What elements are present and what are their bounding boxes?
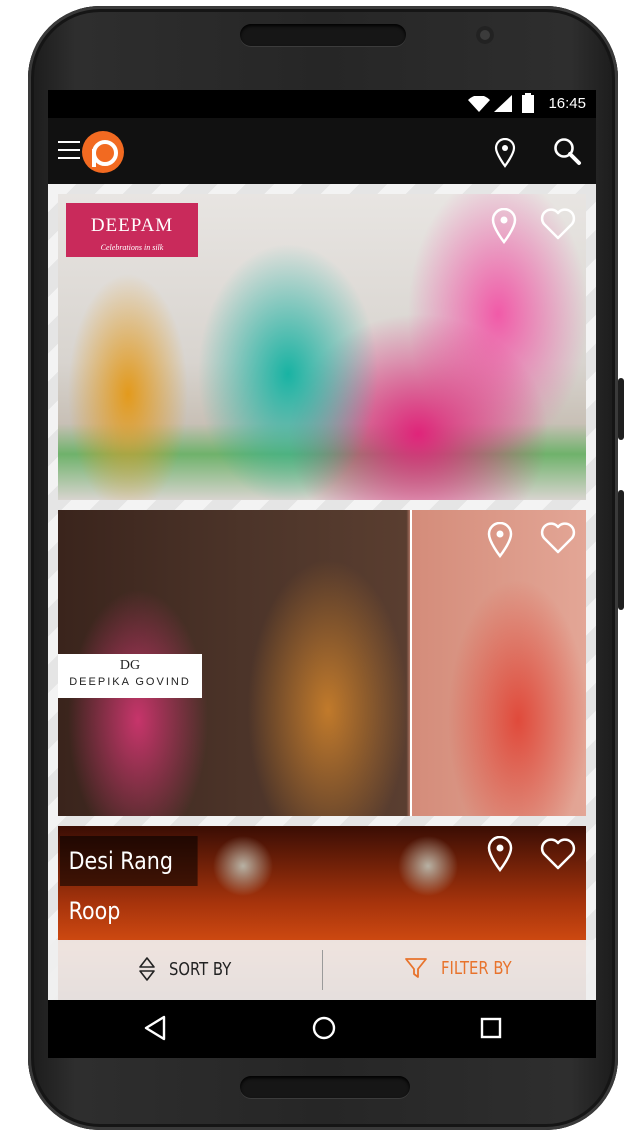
sort-button[interactable]: SORT BY bbox=[138, 956, 245, 984]
recents-icon[interactable] bbox=[478, 1014, 504, 1042]
status-bar: 16:45 bbox=[48, 90, 596, 118]
heart-icon[interactable] bbox=[540, 208, 576, 240]
location-pin-icon[interactable] bbox=[486, 522, 514, 558]
filter-icon bbox=[405, 958, 427, 978]
brand-name: Desi Rang Roop bbox=[60, 836, 198, 925]
battery-icon bbox=[522, 93, 534, 113]
volume-button bbox=[618, 490, 624, 610]
app-bar bbox=[48, 118, 596, 184]
image-divider bbox=[410, 510, 412, 816]
store-list[interactable]: DEEPAM Celebrations in silk DG DEEPIKA G… bbox=[48, 184, 596, 1000]
back-icon[interactable] bbox=[142, 1014, 168, 1042]
brand-mark: DG bbox=[119, 658, 141, 673]
location-pin-icon[interactable] bbox=[486, 836, 514, 872]
location-pin-icon[interactable] bbox=[494, 138, 516, 168]
brand-name: DEEPIKA GOVIND bbox=[69, 676, 191, 688]
sort-label: SORT BY bbox=[169, 958, 232, 980]
store-card-deepam[interactable]: DEEPAM Celebrations in silk bbox=[58, 194, 586, 500]
system-nav-bar bbox=[48, 1000, 596, 1058]
earpiece-speaker bbox=[240, 24, 406, 46]
heart-icon[interactable] bbox=[540, 838, 576, 870]
filter-button[interactable]: FILTER BY bbox=[404, 956, 527, 984]
signal-icon bbox=[494, 95, 512, 112]
bar-divider bbox=[322, 950, 323, 990]
status-time: 16:45 bbox=[548, 95, 586, 112]
store-card-deepika-govind[interactable]: DG DEEPIKA GOVIND bbox=[58, 510, 586, 816]
brand-logo-deepam: DEEPAM Celebrations in silk bbox=[66, 203, 198, 257]
wifi-icon bbox=[468, 96, 490, 112]
bottom-speaker bbox=[240, 1076, 410, 1098]
power-button bbox=[618, 378, 624, 440]
search-icon[interactable] bbox=[552, 136, 582, 166]
menu-icon[interactable] bbox=[58, 141, 80, 159]
filter-label: FILTER BY bbox=[441, 957, 512, 979]
app-logo-icon[interactable] bbox=[82, 131, 124, 173]
sort-icon bbox=[139, 957, 155, 981]
brand-logo-deepika-govind: DG DEEPIKA GOVIND bbox=[58, 654, 202, 698]
brand-name: DEEPAM bbox=[90, 215, 174, 236]
brand-tagline: Celebrations in silk bbox=[100, 243, 164, 252]
front-camera bbox=[476, 26, 494, 44]
heart-icon[interactable] bbox=[540, 522, 576, 554]
location-pin-icon[interactable] bbox=[490, 208, 518, 244]
home-icon[interactable] bbox=[310, 1014, 338, 1042]
sort-filter-bar: SORT BY FILTER BY bbox=[48, 940, 596, 1000]
device-screen: 16:45 DEEPAM Celebrations in silk DG DEE… bbox=[48, 90, 596, 1000]
